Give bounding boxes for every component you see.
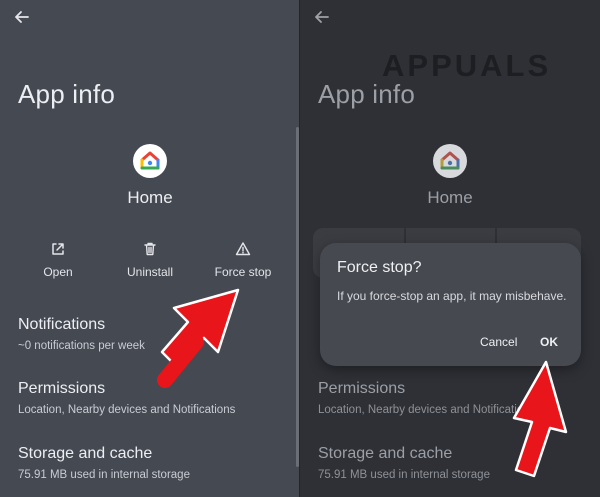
watermark-text: APPUALS [382,48,552,83]
force-stop-dialog: Force stop? If you force-stop an app, it… [320,243,581,366]
warning-triangle-icon [235,241,251,257]
setting-subtitle: ~0 notifications per week [18,340,145,352]
dialog-message: If you force-stop an app, it may misbeha… [337,289,567,303]
permissions-setting[interactable]: Permissions Location, Nearby devices and… [18,380,294,416]
uninstall-button[interactable]: Uninstall [105,238,195,282]
open-label: Open [43,265,73,279]
app-actions: Open Uninstall Force stop [0,238,300,282]
setting-subtitle: 75.91 MB used in internal storage [18,469,190,481]
appuals-watermark: APPUALS [382,48,572,88]
setting-title: Notifications [18,316,106,333]
back-arrow-icon[interactable] [12,7,32,27]
app-name: Home [427,188,473,207]
storage-setting[interactable]: Storage and cache 75.91 MB used in inter… [18,445,294,481]
open-button[interactable]: Open [13,238,103,282]
app-name: Home [127,188,173,207]
app-info-screen: App info Home Open Uninstall Force stop … [0,0,300,497]
setting-subtitle: 75.91 MB used in internal storage [318,469,490,481]
uninstall-label: Uninstall [126,265,174,279]
setting-title: Permissions [318,380,406,397]
trash-icon [142,241,158,257]
setting-subtitle: Location, Nearby devices and Notificatio… [18,404,236,416]
page-title: App info [18,79,116,109]
permissions-setting: Permissions Location, Nearby devices and… [318,380,594,416]
cancel-button[interactable]: Cancel [480,335,517,349]
setting-title: Storage and cache [318,445,453,462]
setting-subtitle: Location, Nearby devices and Notificatio… [318,404,536,416]
ok-button[interactable]: OK [540,335,558,349]
setting-title: Permissions [18,380,106,397]
notifications-setting[interactable]: Notifications ~0 notifications per week [18,316,294,352]
back-arrow-icon [312,7,332,27]
force-stop-button[interactable]: Force stop [198,238,288,282]
google-home-icon [433,144,467,178]
google-home-icon [133,144,167,178]
open-external-icon [50,241,66,257]
storage-setting: Storage and cache 75.91 MB used in inter… [318,445,594,481]
dialog-title: Force stop? [337,259,422,276]
force-stop-label: Force stop [214,265,272,279]
setting-title: Storage and cache [18,445,153,462]
